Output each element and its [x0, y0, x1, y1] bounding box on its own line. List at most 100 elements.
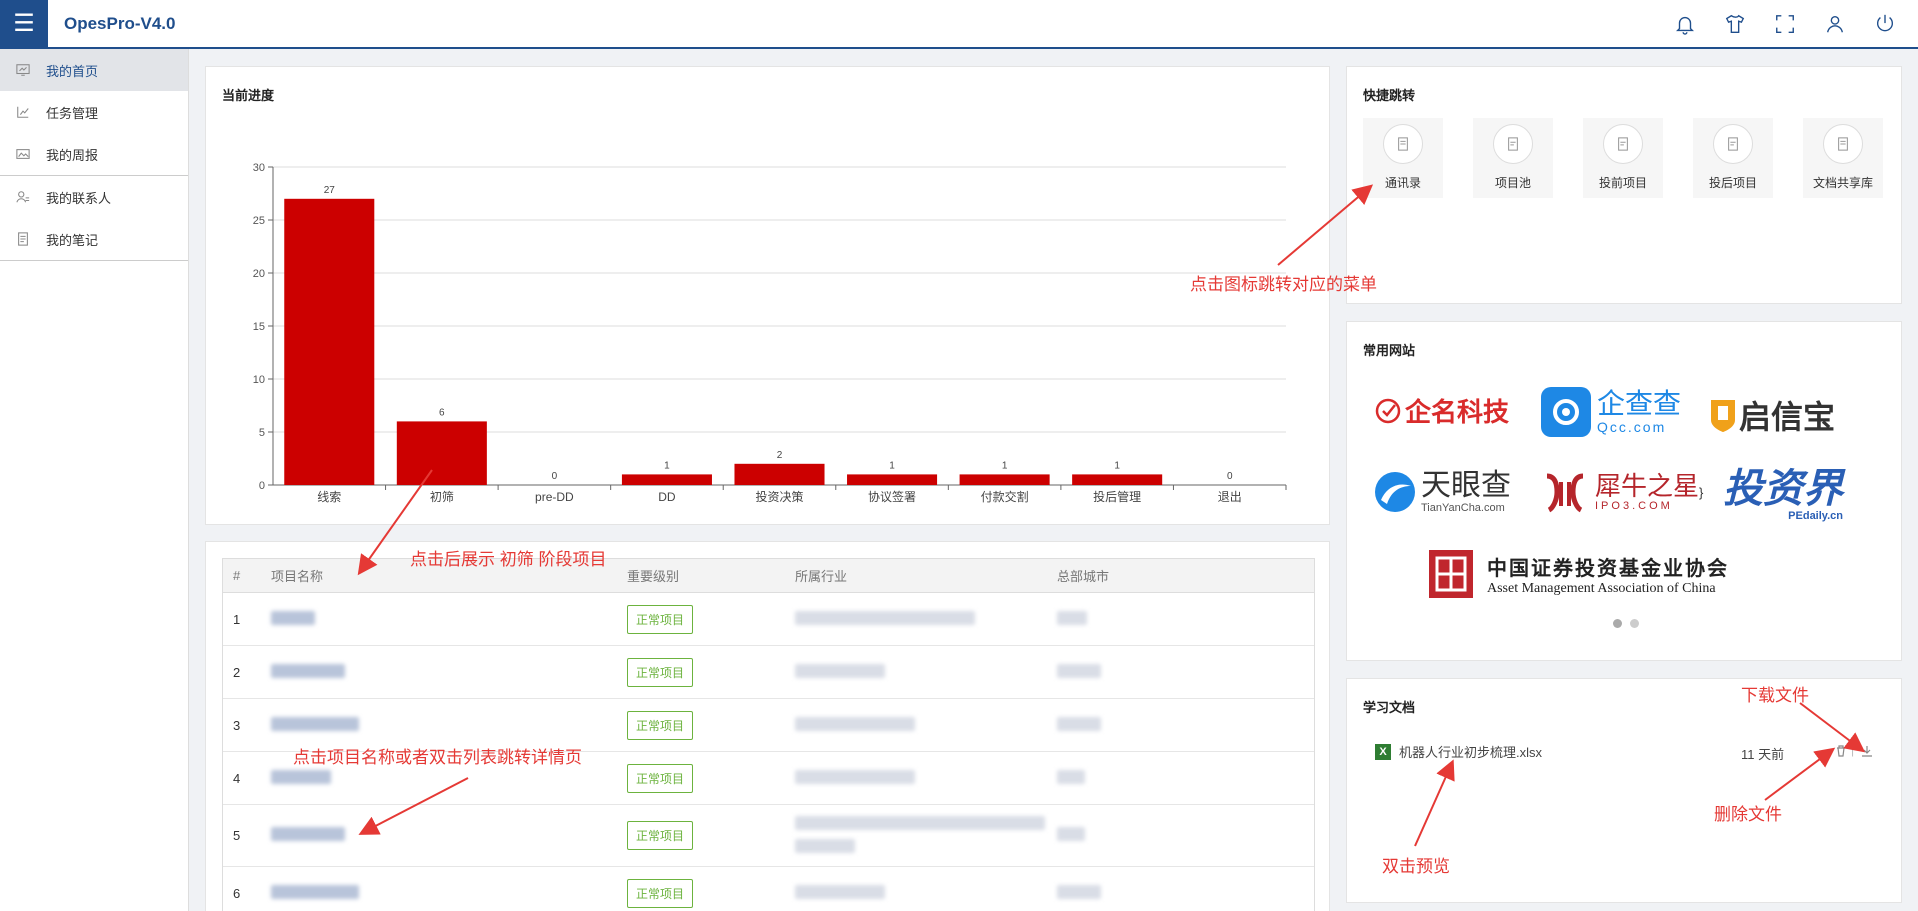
hamburger-icon: ☰ [13, 10, 35, 37]
x-tick-label: 投后管理 [1093, 489, 1141, 504]
x-tick-label: 投资决策 [755, 489, 803, 504]
quick-jump-label: 投后项目 [1708, 176, 1757, 190]
col-header-city: 总部城市 [1057, 569, 1110, 584]
bell-icon[interactable] [1660, 0, 1710, 48]
project-name[interactable] [271, 663, 627, 681]
chart-bar[interactable] [734, 463, 825, 485]
project-table-card: # 项目名称 重要级别 所属行业 总部城市 1 正常项目 2 正常项目 3 正常… [205, 541, 1330, 911]
fullscreen-icon[interactable] [1760, 0, 1810, 48]
user-icon[interactable] [1810, 0, 1860, 48]
chart-bar[interactable] [621, 474, 712, 485]
sidebar-item-label: 我的周报 [46, 147, 99, 163]
sidebar-item-home[interactable]: 我的首页 [0, 49, 188, 91]
app-title: OpesPro-V4.0 [64, 14, 176, 33]
level-badge[interactable]: 正常项目 [627, 604, 694, 634]
sidebar-item-contacts[interactable]: 我的联系人 [0, 176, 188, 218]
chart-bar[interactable] [847, 474, 938, 485]
quick-jump-project-pool[interactable]: 项目池 [1473, 118, 1553, 198]
qiming-logo-text: 企名科技 [1405, 397, 1510, 427]
table-row[interactable]: 2 正常项目 [223, 646, 1314, 699]
qiming-logo-link[interactable]: 企名科技 [1375, 392, 1509, 429]
y-tick-label: 0 [259, 480, 265, 492]
project-name[interactable] [271, 827, 627, 844]
chart-bar[interactable] [396, 421, 487, 485]
power-icon[interactable] [1860, 0, 1910, 48]
quick-jump-post-invest[interactable]: 投后项目 [1693, 118, 1773, 198]
sidebar-item-tasks[interactable]: 任务管理 [0, 91, 188, 133]
doc-file-row[interactable]: X 机器人行业初步梳理.xlsx [1375, 742, 1542, 761]
quick-jump-label: 投前项目 [1598, 176, 1647, 190]
level-badge[interactable]: 正常项目 [627, 821, 694, 850]
bar-value-label: 1 [1114, 460, 1120, 471]
level-badge[interactable]: 正常项目 [627, 878, 694, 908]
quick-jump-label: 文档共享库 [1812, 176, 1873, 190]
chart-bar[interactable] [284, 198, 375, 486]
table-row[interactable]: 5 正常项目 [223, 805, 1314, 867]
city-cell [1057, 663, 1314, 681]
y-tick-label: 15 [253, 321, 265, 333]
bar-value-label: 27 [324, 185, 336, 196]
level-badge[interactable]: 正常项目 [627, 710, 694, 740]
project-name[interactable] [271, 610, 627, 628]
qiming-logo-icon [1375, 398, 1401, 423]
xiniu-logo-subtext: IPO3.COM [1595, 500, 1673, 512]
qcc-logo-text: 企查查 [1597, 388, 1682, 419]
quick-jump-title: 快捷跳转 [1363, 88, 1416, 103]
bar-value-label: 2 [777, 450, 783, 461]
report-image-icon [14, 145, 32, 163]
level-badge[interactable]: 正常项目 [627, 763, 694, 793]
city-cell [1057, 769, 1314, 787]
chart-bar[interactable] [1072, 474, 1163, 485]
amac-logo-link[interactable]: 中国证券投资基金业协会 Asset Management Association… [1427, 548, 1729, 600]
project-name[interactable] [271, 716, 627, 734]
menu-toggle-button[interactable]: ☰ [0, 0, 48, 48]
document-icon [1493, 124, 1533, 164]
shirt-icon[interactable] [1710, 0, 1760, 48]
tianyancha-logo-icon [1375, 472, 1415, 512]
sidebar-item-label: 任务管理 [46, 105, 99, 121]
xiniu-logo-link[interactable]: 犀牛之星 IPO3.COM } [1541, 468, 1703, 516]
carousel-dot-1[interactable] [1613, 619, 1622, 628]
chart-bar[interactable] [959, 474, 1050, 485]
bar-value-label: 1 [664, 460, 670, 471]
city-cell [1057, 610, 1314, 628]
touzijie-logo-link[interactable]: 投资界 PEdaily.cn [1723, 468, 1843, 522]
row-number: 2 [233, 664, 241, 680]
tianyancha-logo-link[interactable]: 天眼查 TianYanCha.com [1373, 470, 1511, 514]
doc-file-name[interactable]: 机器人行业初步梳理.xlsx [1399, 742, 1542, 761]
project-name[interactable] [271, 769, 627, 787]
quick-jump-contacts[interactable]: 通讯录 [1363, 118, 1443, 198]
sidebar-item-label: 我的首页 [46, 63, 99, 79]
industry-cell [795, 769, 1057, 787]
download-icon[interactable] [1861, 745, 1873, 760]
document-icon [1383, 124, 1423, 164]
table-row[interactable]: 1 正常项目 [223, 593, 1314, 646]
level-badge[interactable]: 正常项目 [627, 657, 694, 687]
industry-cell [795, 716, 1057, 734]
sidebar-item-notes[interactable]: 我的笔记 [0, 218, 188, 260]
sidebar-item-weekly[interactable]: 我的周报 [0, 133, 188, 175]
project-table: # 项目名称 重要级别 所属行业 总部城市 1 正常项目 2 正常项目 3 正常… [222, 558, 1315, 911]
excel-file-icon: X [1375, 743, 1391, 760]
header-toolbar [1660, 0, 1910, 48]
y-tick-label: 25 [253, 215, 265, 227]
industry-cell [795, 815, 1057, 856]
quick-jump-doc-library[interactable]: 文档共享库 [1803, 118, 1883, 198]
sidebar-divider [0, 260, 188, 261]
qixin-logo-link[interactable]: 启信宝 [1709, 392, 1835, 438]
bar-value-label: 0 [552, 471, 558, 482]
quick-jump-label: 项目池 [1494, 176, 1531, 190]
trash-icon[interactable] [1835, 745, 1847, 760]
amac-logo-text: 中国证券投资基金业协会 [1487, 557, 1729, 580]
table-row[interactable]: 6 正常项目 [223, 867, 1314, 911]
project-name[interactable] [271, 884, 627, 902]
carousel-dot-2[interactable] [1630, 619, 1639, 628]
xiniu-logo-icon [1546, 473, 1584, 513]
qcc-logo-link[interactable]: 企查查 Qcc.com [1541, 387, 1681, 437]
x-tick-label: pre-DD [535, 490, 574, 504]
annotation-download: 下载文件 [1741, 686, 1809, 705]
x-tick-label: 协议签署 [868, 489, 916, 504]
city-cell [1057, 827, 1314, 844]
y-tick-label: 10 [253, 374, 265, 386]
quick-jump-pre-invest[interactable]: 投前项目 [1583, 118, 1663, 198]
